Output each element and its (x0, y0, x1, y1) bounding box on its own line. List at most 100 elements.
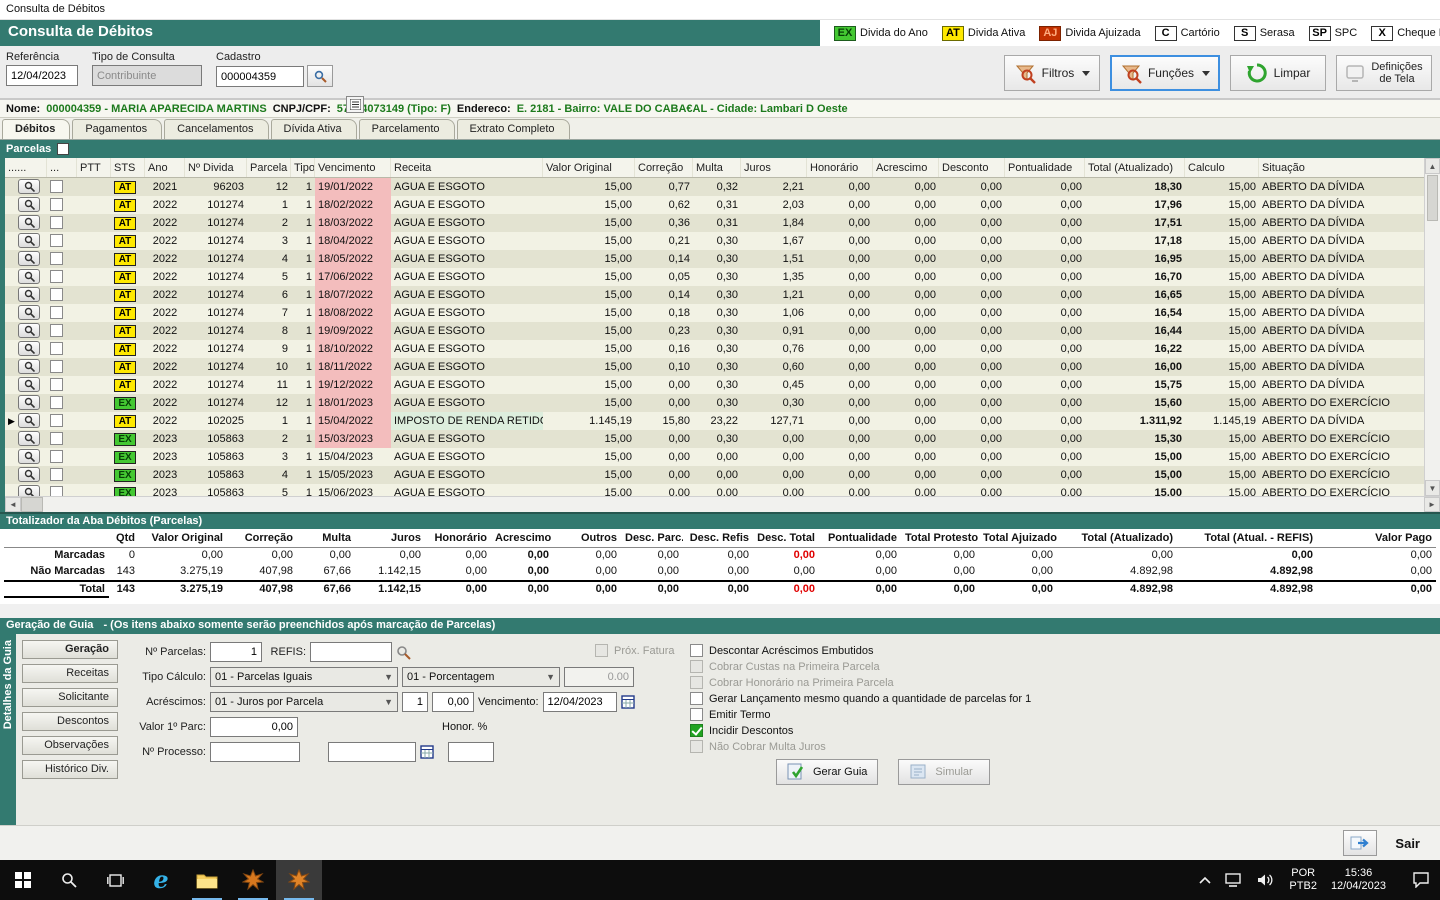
scroll-up-arrow[interactable]: ▲ (1425, 158, 1440, 174)
scroll-down-arrow[interactable]: ▼ (1425, 480, 1440, 496)
tab-débitos[interactable]: Débitos (2, 119, 70, 139)
sair-button[interactable]: Sair (1385, 832, 1430, 855)
row-checkbox[interactable] (50, 180, 63, 193)
cadastro-list-button[interactable] (346, 96, 364, 113)
refis-input[interactable] (310, 642, 392, 662)
n-processo-input[interactable] (210, 742, 300, 762)
side-button-receitas[interactable]: Receitas (22, 664, 118, 683)
tipo-calculo-select[interactable]: 01 - Parcelas Iguais▼ (210, 667, 398, 687)
option-checkbox[interactable] (690, 708, 703, 721)
tab-cancelamentos[interactable]: Cancelamentos (164, 119, 268, 139)
row-checkbox[interactable] (50, 450, 63, 463)
row-detail-button[interactable] (18, 287, 40, 302)
row-detail-button[interactable] (18, 197, 40, 212)
table-row[interactable]: AT20221012741118/02/2022AGUA E ESGOTO15,… (5, 196, 1440, 214)
row-checkbox[interactable] (50, 432, 63, 445)
row-detail-button[interactable] (18, 449, 40, 464)
calendar-icon[interactable] (621, 695, 635, 709)
definicoes-tela-button[interactable]: Definições de Tela (1336, 55, 1432, 91)
scroll-right-arrow[interactable]: ► (1424, 497, 1440, 512)
row-detail-button[interactable] (18, 323, 40, 338)
app-orange-2-button[interactable] (276, 860, 322, 900)
side-button-gera-o[interactable]: Geração (22, 640, 118, 659)
table-row[interactable]: EX20231058632115/03/2023AGUA E ESGOTO15,… (5, 430, 1440, 448)
side-button-solicitante[interactable]: Solicitante (22, 688, 118, 707)
row-checkbox[interactable] (50, 342, 63, 355)
table-row[interactable]: AT20221012745117/06/2022AGUA E ESGOTO15,… (5, 268, 1440, 286)
row-checkbox[interactable] (50, 288, 63, 301)
n-parcelas-input[interactable] (210, 642, 262, 662)
tipo-consulta-select[interactable] (92, 65, 202, 86)
row-checkbox[interactable] (50, 468, 63, 481)
tab-dívida-ativa[interactable]: Dívida Ativa (271, 119, 357, 139)
clock[interactable]: 15:36 12/04/2023 (1331, 867, 1386, 893)
row-detail-button[interactable] (18, 359, 40, 374)
calendar-icon[interactable] (420, 745, 434, 759)
file-explorer-button[interactable] (184, 860, 230, 900)
valor-primeira-parcela-input[interactable] (210, 717, 298, 737)
side-button-hist-rico-div-[interactable]: Histórico Div. (22, 760, 118, 779)
funcoes-button[interactable]: Funções (1110, 55, 1220, 91)
table-row[interactable]: AT20221012749118/10/2022AGUA E ESGOTO15,… (5, 340, 1440, 358)
table-row[interactable]: AT20221012747118/08/2022AGUA E ESGOTO15,… (5, 304, 1440, 322)
action-center-icon[interactable] (1412, 872, 1430, 888)
tab-extrato-completo[interactable]: Extrato Completo (457, 119, 570, 139)
porcentagem-select[interactable]: 01 - Porcentagem▼ (402, 667, 560, 687)
row-checkbox[interactable] (50, 252, 63, 265)
table-row[interactable]: AT20221012746118/07/2022AGUA E ESGOTO15,… (5, 286, 1440, 304)
vencimento-input[interactable] (543, 692, 617, 712)
table-row[interactable]: AT202210127411119/12/2022AGUA E ESGOTO15… (5, 376, 1440, 394)
table-row[interactable]: EX202210127412118/01/2023AGUA E ESGOTO15… (5, 394, 1440, 412)
porcentagem-valor-input[interactable] (564, 667, 634, 687)
refis-search-icon[interactable] (396, 645, 411, 660)
gerar-guia-button[interactable]: Gerar Guia (776, 759, 878, 785)
row-detail-button[interactable] (18, 251, 40, 266)
acrescimo-valor-input[interactable] (432, 692, 474, 712)
scroll-left-arrow[interactable]: ◄ (5, 497, 21, 512)
row-checkbox[interactable] (50, 378, 63, 391)
table-row[interactable]: AT20219620312119/01/2022AGUA E ESGOTO15,… (5, 178, 1440, 196)
parcelas-select-all-checkbox[interactable] (57, 143, 69, 155)
row-detail-button[interactable] (18, 431, 40, 446)
tab-pagamentos[interactable]: Pagamentos (72, 119, 162, 139)
row-checkbox[interactable] (50, 360, 63, 373)
language-indicator[interactable]: POR PTB2 (1289, 867, 1317, 893)
table-row[interactable]: EX20231058634115/05/2023AGUA E ESGOTO15,… (5, 466, 1440, 484)
table-row[interactable]: ▶AT20221020251115/04/2022IMPOSTO DE REND… (5, 412, 1440, 430)
table-row[interactable]: AT20221012748119/09/2022AGUA E ESGOTO15,… (5, 322, 1440, 340)
row-detail-button[interactable] (18, 413, 40, 428)
option-checkbox[interactable] (690, 740, 703, 753)
start-button[interactable] (0, 860, 46, 900)
row-checkbox[interactable] (50, 306, 63, 319)
detalhes-guia-tab[interactable]: Detalhes da Guia (0, 634, 16, 825)
row-checkbox[interactable] (50, 270, 63, 283)
vertical-scrollbar[interactable]: ▲ ▼ (1424, 158, 1440, 496)
table-row[interactable]: EX20231058633115/04/2023AGUA E ESGOTO15,… (5, 448, 1440, 466)
row-detail-button[interactable] (18, 233, 40, 248)
filtros-button[interactable]: Filtros (1004, 55, 1100, 91)
app-orange-1-button[interactable] (230, 860, 276, 900)
horizontal-scroll-thumb[interactable] (21, 497, 43, 512)
taskbar-search-button[interactable] (46, 860, 92, 900)
row-detail-button[interactable] (18, 269, 40, 284)
option-checkbox[interactable] (690, 644, 703, 657)
table-row[interactable]: AT20221012744118/05/2022AGUA E ESGOTO15,… (5, 250, 1440, 268)
side-button-descontos[interactable]: Descontos (22, 712, 118, 731)
table-row[interactable]: AT20221012743118/04/2022AGUA E ESGOTO15,… (5, 232, 1440, 250)
row-detail-button[interactable] (18, 467, 40, 482)
row-checkbox[interactable] (50, 414, 63, 427)
option-checkbox[interactable] (690, 676, 703, 689)
table-row[interactable]: AT20221012742118/03/2022AGUA E ESGOTO15,… (5, 214, 1440, 232)
cadastro-search-button[interactable] (307, 65, 333, 87)
row-detail-button[interactable] (18, 179, 40, 194)
task-view-button[interactable] (92, 860, 138, 900)
internet-explorer-button[interactable]: e (138, 860, 184, 900)
row-detail-button[interactable] (18, 215, 40, 230)
limpar-button[interactable]: Limpar (1230, 55, 1326, 91)
prox-fatura-checkbox[interactable] (595, 644, 608, 657)
row-checkbox[interactable] (50, 234, 63, 247)
row-detail-button[interactable] (18, 305, 40, 320)
option-checkbox[interactable] (690, 692, 703, 705)
vertical-scroll-thumb[interactable] (1427, 175, 1438, 221)
row-detail-button[interactable] (18, 341, 40, 356)
